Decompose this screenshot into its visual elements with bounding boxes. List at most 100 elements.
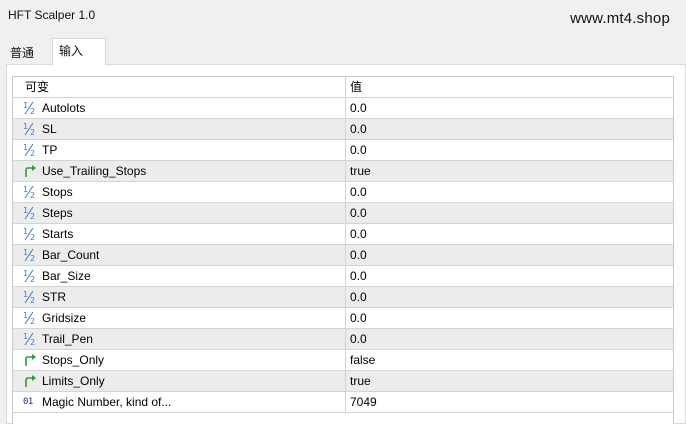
svg-text:2: 2	[30, 128, 35, 136]
svg-text:2: 2	[30, 107, 35, 115]
value-cell[interactable]: 0.0	[346, 266, 673, 286]
table-row[interactable]: 1 2 Bar_Size 0.0	[13, 266, 673, 287]
value-cell[interactable]: 0.0	[346, 182, 673, 202]
svg-text:1: 1	[23, 248, 28, 257]
svg-text:2: 2	[30, 296, 35, 304]
variable-name: Gridsize	[42, 311, 87, 325]
table-row[interactable]: 1 2 STR 0.0	[13, 287, 673, 308]
tab-general[interactable]: 普通	[4, 42, 50, 64]
value-cell[interactable]: 0.0	[346, 119, 673, 139]
table-row[interactable]: Stops_Only false	[13, 350, 673, 371]
variable-cell[interactable]: 1 2 SL	[13, 119, 346, 139]
svg-text:2: 2	[30, 212, 35, 220]
variable-cell[interactable]: 1 2 Bar_Count	[13, 245, 346, 265]
value-cell[interactable]: 0.0	[346, 140, 673, 160]
svg-text:2: 2	[30, 275, 35, 283]
value-cell[interactable]: 0.0	[346, 203, 673, 223]
column-header-variable[interactable]: 可变	[13, 77, 346, 97]
fraction-icon: 12	[23, 227, 39, 241]
value-cell[interactable]: 0.0	[346, 287, 673, 307]
fraction-icon: 12	[23, 248, 39, 262]
fraction-icon: 12	[23, 332, 39, 346]
variable-name: Stops	[42, 185, 73, 199]
title-bar: HFT Scalper 1.0 www.mt4.shop	[0, 0, 686, 34]
boolean-arrow-icon	[23, 374, 39, 388]
table-row[interactable]: 1 2 Bar_Count 0.0	[13, 245, 673, 266]
table-header: 可变 值	[13, 77, 673, 98]
fraction-icon: 12	[23, 311, 39, 325]
variable-cell[interactable]: 1 2 STR	[13, 287, 346, 307]
variable-name: Bar_Count	[42, 248, 100, 262]
table-row[interactable]: 01 Magic Number, kind of... 7049	[13, 392, 673, 413]
boolean-arrow-icon	[23, 353, 39, 367]
table-row[interactable]: 1 2 Autolots 0.0	[13, 98, 673, 119]
variable-cell[interactable]: 1 2 Starts	[13, 224, 346, 244]
variable-name: Steps	[42, 206, 73, 220]
fraction-icon: 12	[23, 206, 39, 220]
variable-cell[interactable]: 1 2 Bar_Size	[13, 266, 346, 286]
variable-cell[interactable]: 1 2 TP	[13, 140, 346, 160]
variable-name: Autolots	[42, 101, 86, 115]
value-cell[interactable]: 0.0	[346, 224, 673, 244]
tab-inputs[interactable]: 输入	[52, 38, 106, 65]
variable-cell[interactable]: 1 2 Gridsize	[13, 308, 346, 328]
variable-name: Magic Number, kind of...	[42, 395, 172, 409]
integer-icon: 01	[23, 397, 33, 407]
svg-text:2: 2	[30, 233, 35, 241]
value-cell[interactable]: false	[346, 350, 673, 370]
table-row[interactable]: 1 2 Trail_Pen 0.0	[13, 329, 673, 350]
value-cell[interactable]: 0.0	[346, 98, 673, 118]
variable-cell[interactable]: 1 2 Trail_Pen	[13, 329, 346, 349]
table-row[interactable]: 1 2 Stops 0.0	[13, 182, 673, 203]
table-row[interactable]: Limits_Only true	[13, 371, 673, 392]
fraction-icon: 12	[23, 185, 39, 199]
inputs-table: 可变 值 1 2 Autolots 0.0 1 2 SL 0.0 1 2 TP 0.0 Use_Trai…	[12, 76, 674, 424]
variable-name: SL	[42, 122, 57, 136]
variable-name: Use_Trailing_Stops	[42, 164, 147, 178]
value-cell[interactable]: 7049	[346, 392, 673, 412]
table-row[interactable]: 1 2 SL 0.0	[13, 119, 673, 140]
value-cell[interactable]: 0.0	[346, 329, 673, 349]
variable-cell[interactable]: Limits_Only	[13, 371, 346, 391]
table-body: 1 2 Autolots 0.0 1 2 SL 0.0 1 2 TP 0.0 Use_Trailing_…	[13, 98, 673, 413]
svg-text:2: 2	[30, 338, 35, 346]
svg-text:2: 2	[30, 317, 35, 325]
table-row[interactable]: Use_Trailing_Stops true	[13, 161, 673, 182]
svg-text:2: 2	[30, 149, 35, 157]
svg-text:1: 1	[23, 206, 28, 215]
window-title: HFT Scalper 1.0	[8, 8, 96, 22]
fraction-icon: 12	[23, 143, 39, 157]
value-cell[interactable]: 0.0	[346, 245, 673, 265]
fraction-icon: 12	[23, 122, 39, 136]
value-cell[interactable]: 0.0	[346, 308, 673, 328]
svg-text:1: 1	[23, 269, 28, 278]
table-row[interactable]: 1 2 Gridsize 0.0	[13, 308, 673, 329]
variable-cell[interactable]: Stops_Only	[13, 350, 346, 370]
svg-text:1: 1	[23, 311, 28, 320]
value-cell[interactable]: true	[346, 371, 673, 391]
variable-cell[interactable]: 01 Magic Number, kind of...	[13, 392, 346, 412]
svg-text:1: 1	[23, 290, 28, 299]
variable-name: Starts	[42, 227, 74, 241]
svg-text:1: 1	[23, 101, 28, 110]
variable-cell[interactable]: 1 2 Autolots	[13, 98, 346, 118]
table-row[interactable]: 1 2 Starts 0.0	[13, 224, 673, 245]
variable-name: Stops_Only	[42, 353, 105, 367]
column-header-value[interactable]: 值	[346, 77, 673, 97]
table-row[interactable]: 1 2 Steps 0.0	[13, 203, 673, 224]
variable-cell[interactable]: Use_Trailing_Stops	[13, 161, 346, 181]
watermark-text: www.mt4.shop	[570, 10, 670, 27]
variable-cell[interactable]: 1 2 Steps	[13, 203, 346, 223]
table-row[interactable]: 1 2 TP 0.0	[13, 140, 673, 161]
boolean-arrow-icon	[23, 164, 39, 178]
svg-text:2: 2	[30, 191, 35, 199]
fraction-icon: 12	[23, 269, 39, 283]
variable-cell[interactable]: 1 2 Stops	[13, 182, 346, 202]
variable-name: Limits_Only	[42, 374, 105, 388]
tab-bar: 普通 输入	[0, 38, 686, 65]
variable-name: TP	[42, 143, 58, 157]
fraction-icon: 12	[23, 290, 39, 304]
variable-name: STR	[42, 290, 66, 304]
svg-text:1: 1	[23, 143, 28, 152]
value-cell[interactable]: true	[346, 161, 673, 181]
